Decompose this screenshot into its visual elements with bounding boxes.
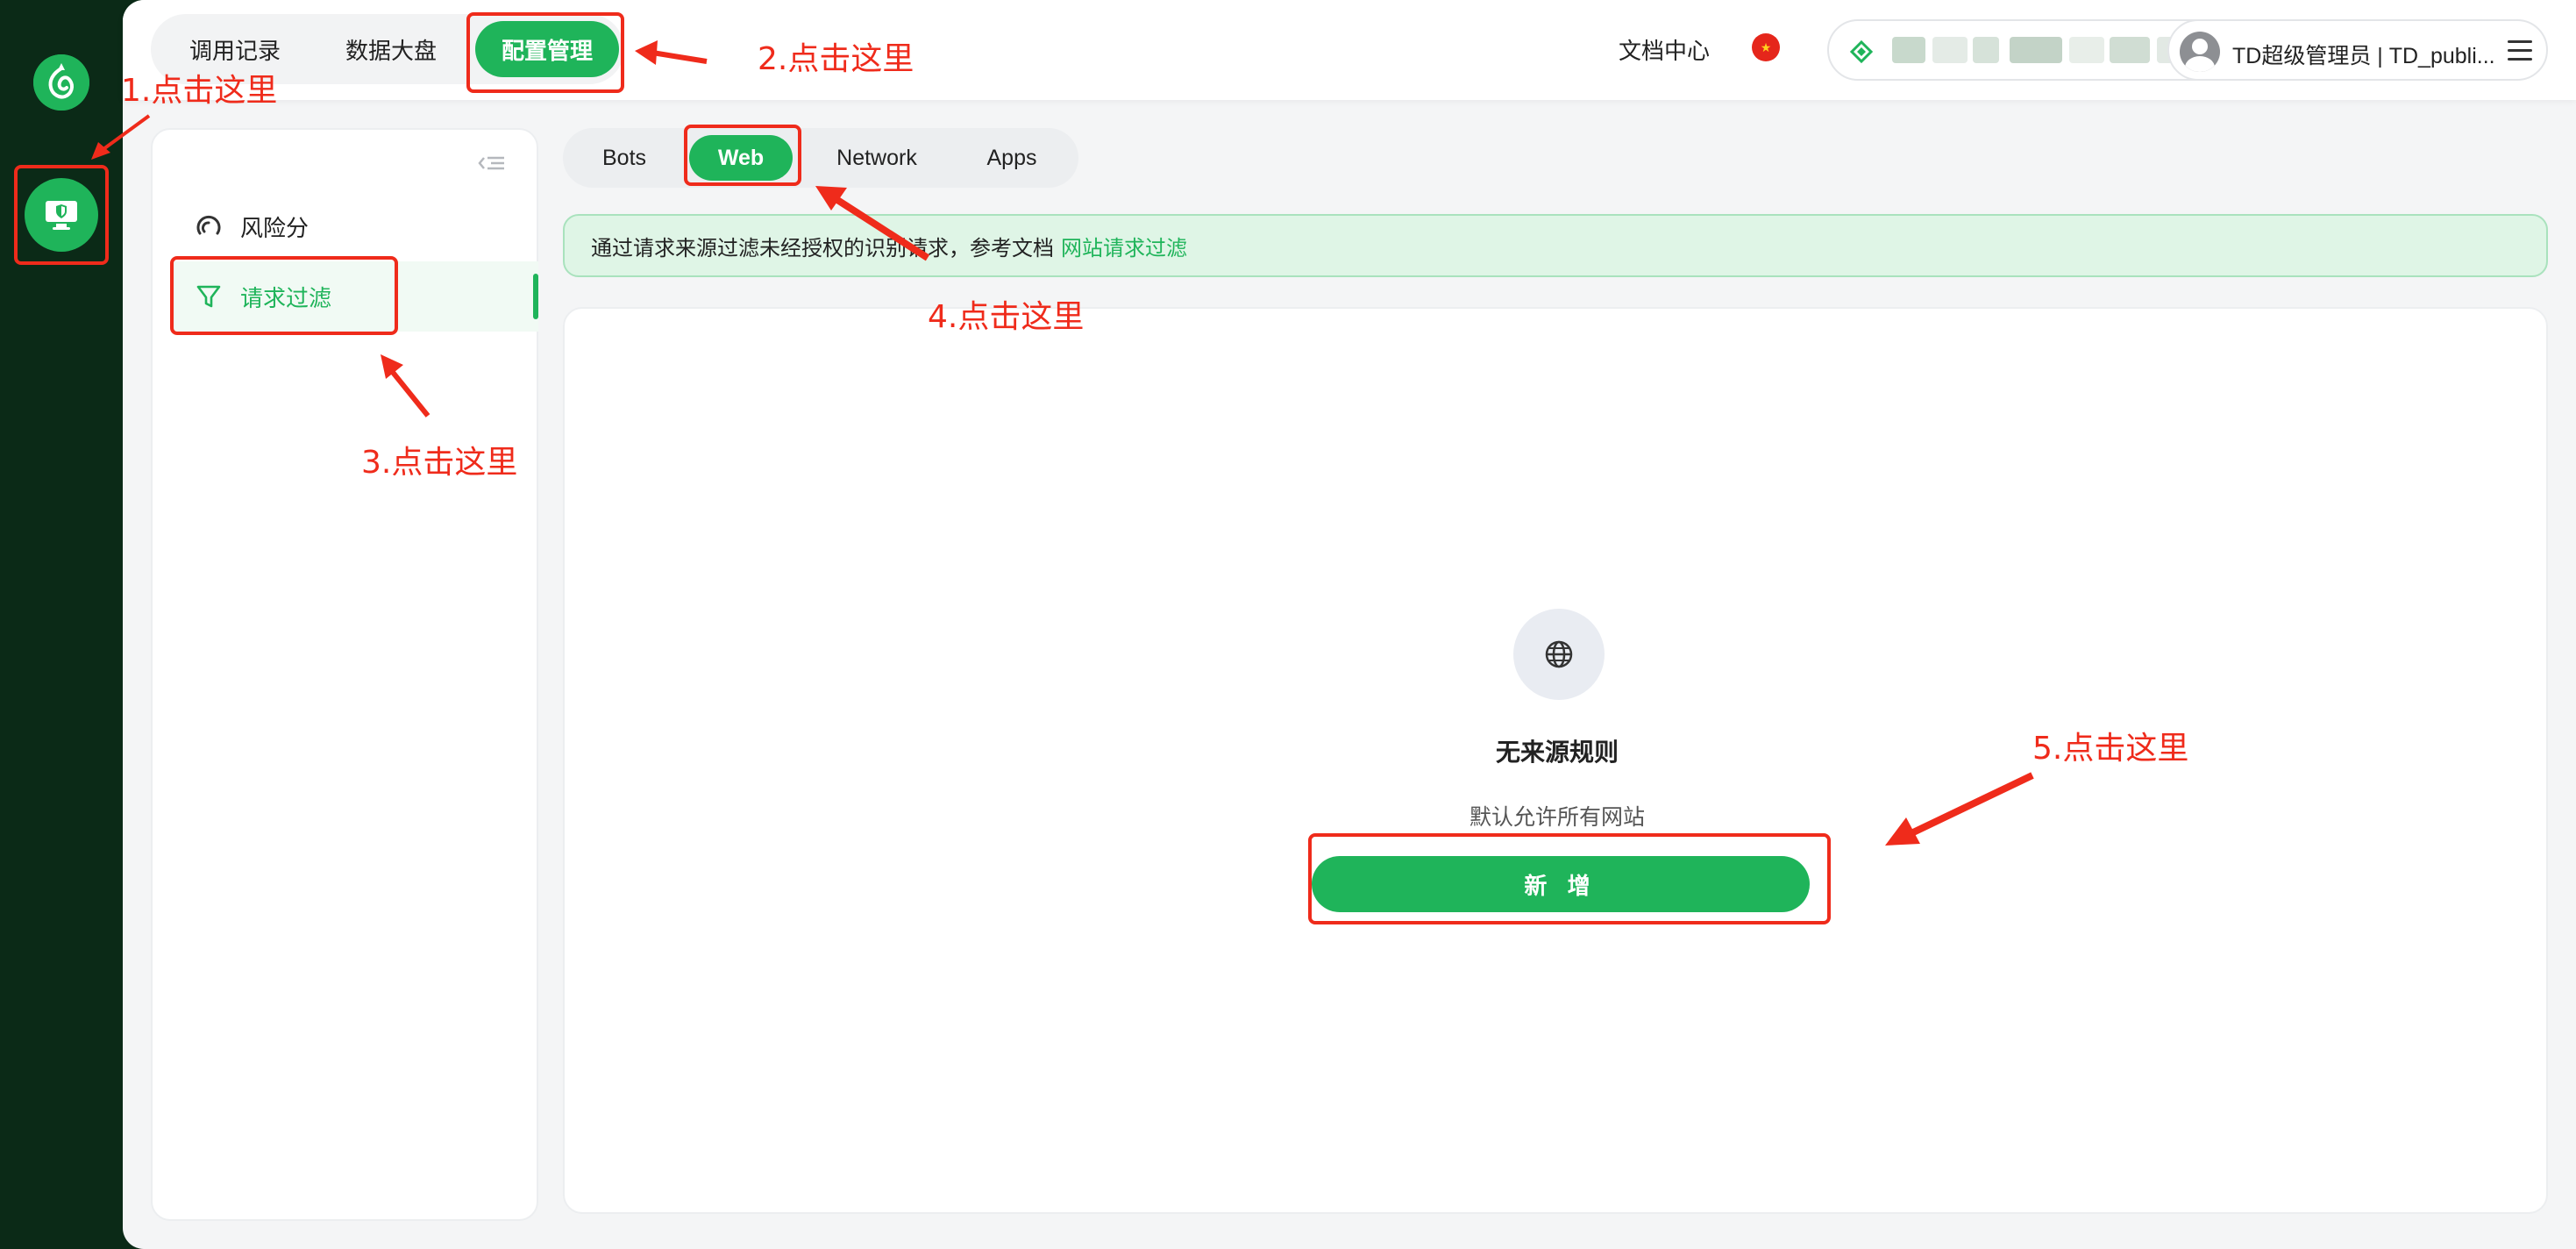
notice-doc-link[interactable]: 网站请求过滤 [1061, 231, 1187, 261]
app-logo-icon[interactable] [33, 54, 89, 111]
redacted-block [1932, 37, 1968, 63]
highlight-box [170, 256, 398, 335]
segment-bots[interactable]: Bots [572, 135, 677, 181]
empty-state-title: 无来源规则 [1495, 739, 1619, 766]
china-flag-icon[interactable]: ★ [1752, 33, 1780, 61]
sidebar-item-label: 风险分 [240, 214, 310, 241]
user-menu[interactable]: TD超级管理员 | TD_publi... [2167, 19, 2548, 81]
highlight-box [684, 125, 801, 186]
globe-icon [1513, 609, 1605, 700]
main-panel: 调用记录 数据大盘 配置管理 文档中心 ★ TD超级管理员 | TD_publi… [123, 0, 2576, 1249]
sidebar-item-risk-score[interactable]: 风险分 [172, 191, 538, 261]
annotation-label: 4.点击这里 [928, 299, 1085, 335]
redacted-block [2110, 37, 2150, 63]
info-notice: 通过请求来源过滤未经授权的识别请求，参考文档 网站请求过滤 [563, 214, 2548, 277]
redacted-block [2010, 37, 2062, 63]
empty-state-subtitle: 默认允许所有网站 [1469, 805, 1645, 830]
diamond-icon [1849, 39, 1874, 64]
notice-text: 通过请求来源过滤未经授权的识别请求，参考文档 [591, 236, 1054, 261]
user-name: TD超级管理员 | TD_publi... [2232, 44, 2495, 68]
hamburger-menu-icon[interactable] [2508, 40, 2532, 61]
tab-data-dashboard[interactable]: 数据大盘 [317, 21, 465, 77]
avatar [2180, 32, 2220, 72]
redacted-block [1892, 37, 1925, 63]
annotation-label: 2.点击这里 [758, 41, 914, 77]
annotation-label: 3.点击这里 [361, 445, 518, 481]
doc-center-link[interactable]: 文档中心 [1619, 33, 1710, 66]
redacted-block [1973, 37, 1999, 63]
rules-card: 无来源规则 默认允许所有网站 新 增 [563, 307, 2548, 1214]
segment-apps[interactable]: Apps [952, 135, 1071, 181]
segment-network[interactable]: Network [808, 135, 945, 181]
highlight-box [466, 12, 624, 93]
annotation-label: 1.点击这里 [121, 73, 278, 109]
platform-segment-control: Bots Web Network Apps [563, 128, 1078, 188]
highlight-box [1308, 833, 1831, 924]
highlight-box [14, 165, 109, 265]
collapse-sidebar-icon[interactable] [477, 151, 507, 175]
gauge-icon [196, 215, 221, 235]
annotation-label: 5.点击这里 [2032, 731, 2189, 767]
redacted-block [2069, 37, 2104, 63]
